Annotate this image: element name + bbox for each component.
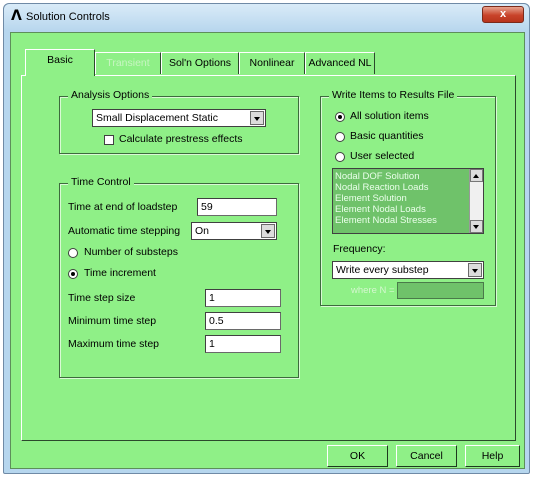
- min-step-value: 0.5: [209, 315, 224, 327]
- all-items-radio[interactable]: [335, 112, 345, 122]
- list-item[interactable]: Nodal Reaction Loads: [333, 182, 483, 193]
- user-selected-radio[interactable]: [335, 152, 345, 162]
- step-size-input[interactable]: 1: [205, 289, 281, 307]
- cancel-button[interactable]: Cancel: [396, 445, 457, 467]
- window-title: Solution Controls: [26, 11, 110, 23]
- scroll-up-icon[interactable]: [470, 169, 483, 182]
- where-n-label: where N =: [351, 285, 395, 296]
- analysis-type-value: Small Displacement Static: [96, 112, 218, 124]
- chevron-down-icon[interactable]: [468, 263, 482, 277]
- solution-controls-window: Λ Solution Controls x Basic Transient So…: [3, 3, 530, 474]
- tab-nonlinear-label: Nonlinear: [249, 57, 295, 69]
- ok-button-label: OK: [349, 450, 366, 462]
- list-item[interactable]: Element Solution: [333, 193, 483, 204]
- min-step-label: Minimum time step: [68, 315, 157, 327]
- scroll-down-icon[interactable]: [470, 220, 483, 233]
- list-item[interactable]: Element Nodal Loads: [333, 204, 483, 215]
- cancel-button-label: Cancel: [410, 450, 443, 462]
- ansys-logo-icon: Λ: [11, 8, 22, 24]
- tab-soln-options-label: Sol'n Options: [168, 57, 232, 69]
- write-items-legend: Write Items to Results File: [329, 89, 458, 101]
- step-size-label: Time step size: [68, 292, 136, 304]
- chevron-down-icon[interactable]: [250, 111, 264, 125]
- prestress-label: Calculate prestress effects: [119, 133, 243, 145]
- user-selected-label: User selected: [350, 150, 415, 162]
- max-step-label: Maximum time step: [68, 338, 160, 350]
- substeps-radio-label: Number of substeps: [84, 246, 178, 258]
- basic-tab-panel: Analysis Options Small Displacement Stat…: [21, 75, 516, 441]
- max-step-value: 1: [209, 338, 215, 350]
- frequency-value: Write every substep: [336, 264, 429, 276]
- close-button[interactable]: x: [482, 6, 524, 23]
- time-end-input[interactable]: 59: [197, 198, 277, 216]
- list-item[interactable]: Element Nodal Stresses: [333, 215, 483, 226]
- auto-step-select[interactable]: On: [191, 222, 277, 240]
- listbox-scrollbar[interactable]: [469, 169, 483, 233]
- time-increment-radio[interactable]: [68, 269, 78, 279]
- title-bar[interactable]: Λ Solution Controls x: [4, 4, 529, 30]
- help-button-label: Help: [481, 450, 504, 462]
- where-n-input: [397, 282, 484, 299]
- tab-basic[interactable]: Basic: [25, 49, 95, 76]
- prestress-checkbox[interactable]: [104, 135, 114, 145]
- time-end-value: 59: [201, 201, 213, 213]
- analysis-type-select[interactable]: Small Displacement Static: [92, 109, 266, 127]
- frequency-select[interactable]: Write every substep: [332, 261, 484, 279]
- min-step-input[interactable]: 0.5: [205, 312, 281, 330]
- substeps-radio[interactable]: [68, 248, 78, 258]
- analysis-options-group: Analysis Options Small Displacement Stat…: [59, 89, 299, 154]
- ok-button[interactable]: OK: [327, 445, 388, 467]
- max-step-input[interactable]: 1: [205, 335, 281, 353]
- basic-quantities-radio[interactable]: [335, 132, 345, 142]
- tab-transient-label: Transient: [106, 57, 150, 69]
- dialog-client-area: Basic Transient Sol'n Options Nonlinear …: [10, 32, 525, 469]
- tab-transient[interactable]: Transient: [95, 52, 161, 74]
- tab-nonlinear[interactable]: Nonlinear: [239, 52, 305, 74]
- help-button[interactable]: Help: [465, 445, 520, 467]
- tab-soln-options[interactable]: Sol'n Options: [161, 52, 239, 74]
- time-control-legend: Time Control: [68, 176, 134, 188]
- auto-step-value: On: [195, 225, 210, 237]
- time-control-group: Time Control Time at end of loadstep 59 …: [59, 176, 299, 378]
- time-end-label: Time at end of loadstep: [68, 201, 178, 213]
- tab-advanced-nl[interactable]: Advanced NL: [305, 52, 375, 74]
- time-increment-radio-label: Time increment: [84, 267, 156, 279]
- tab-basic-label: Basic: [47, 54, 73, 66]
- analysis-options-legend: Analysis Options: [68, 89, 153, 101]
- results-items-list: Nodal DOF Solution Nodal Reaction Loads …: [333, 169, 483, 226]
- all-items-label: All solution items: [350, 110, 429, 122]
- results-items-listbox[interactable]: Nodal DOF Solution Nodal Reaction Loads …: [332, 168, 484, 234]
- step-size-value: 1: [209, 292, 215, 304]
- list-item[interactable]: Nodal DOF Solution: [333, 171, 483, 182]
- auto-step-label: Automatic time stepping: [68, 225, 181, 237]
- frequency-label: Frequency:: [333, 243, 386, 255]
- tab-advanced-nl-label: Advanced NL: [308, 57, 372, 69]
- write-items-group: Write Items to Results File All solution…: [320, 89, 496, 306]
- chevron-down-icon[interactable]: [261, 224, 275, 238]
- basic-quantities-label: Basic quantities: [350, 130, 424, 142]
